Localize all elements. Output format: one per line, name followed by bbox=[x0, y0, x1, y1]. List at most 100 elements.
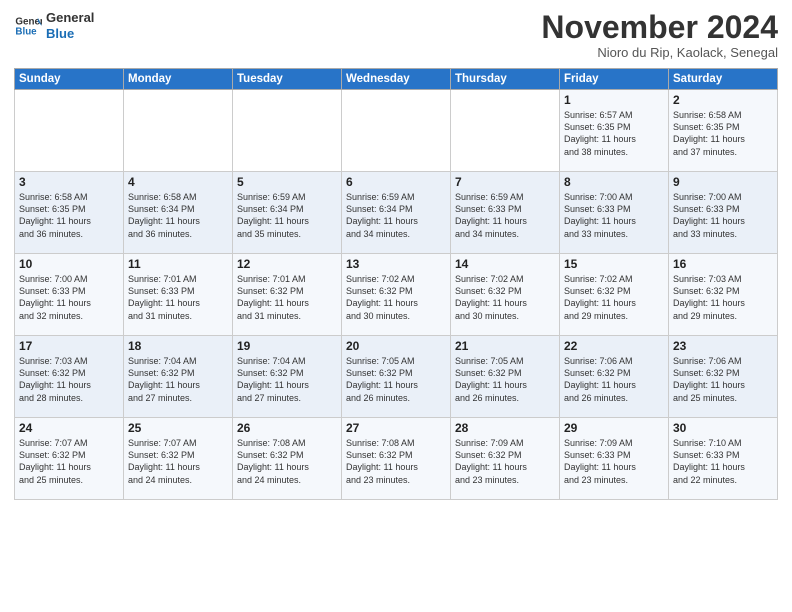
day-number: 8 bbox=[564, 175, 664, 189]
logo-icon: General Blue bbox=[14, 12, 42, 40]
day-info: Sunrise: 7:09 AMSunset: 6:33 PMDaylight:… bbox=[564, 437, 664, 486]
day-cell bbox=[342, 90, 451, 172]
day-info: Sunrise: 7:00 AMSunset: 6:33 PMDaylight:… bbox=[564, 191, 664, 240]
day-cell: 7 Sunrise: 6:59 AMSunset: 6:33 PMDaylight… bbox=[451, 172, 560, 254]
day-info: Sunrise: 7:01 AMSunset: 6:33 PMDaylight:… bbox=[128, 273, 228, 322]
day-cell: 14 Sunrise: 7:02 AMSunset: 6:32 PMDayligh… bbox=[451, 254, 560, 336]
day-info: Sunrise: 7:02 AMSunset: 6:32 PMDaylight:… bbox=[455, 273, 555, 322]
day-cell: 11 Sunrise: 7:01 AMSunset: 6:33 PMDayligh… bbox=[124, 254, 233, 336]
day-number: 2 bbox=[673, 93, 773, 107]
day-cell: 19Sunrise: 7:04 AMSunset: 6:32 PMDayligh… bbox=[233, 336, 342, 418]
day-cell: 10 Sunrise: 7:00 AMSunset: 6:33 PMDayligh… bbox=[15, 254, 124, 336]
day-cell: 5 Sunrise: 6:59 AMSunset: 6:34 PMDaylight… bbox=[233, 172, 342, 254]
day-info: Sunrise: 7:05 AMSunset: 6:32 PMDaylight:… bbox=[346, 355, 446, 404]
day-info: Sunrise: 7:06 AMSunset: 6:32 PMDaylight:… bbox=[673, 355, 773, 404]
day-number: 6 bbox=[346, 175, 446, 189]
day-info: Sunrise: 6:59 AMSunset: 6:34 PMDaylight:… bbox=[237, 191, 337, 240]
header-friday: Friday bbox=[560, 69, 669, 90]
day-number: 11 bbox=[128, 257, 228, 271]
calendar-table: SundayMondayTuesdayWednesdayThursdayFrid… bbox=[14, 68, 778, 500]
day-cell: 23 Sunrise: 7:06 AMSunset: 6:32 PMDayligh… bbox=[669, 336, 778, 418]
day-cell: 25 Sunrise: 7:07 AMSunset: 6:32 PMDayligh… bbox=[124, 418, 233, 500]
day-info: Sunrise: 7:04 AMSunset: 6:32 PMDaylight:… bbox=[237, 355, 337, 404]
day-number: 27 bbox=[346, 421, 446, 435]
day-number: 30 bbox=[673, 421, 773, 435]
svg-text:Blue: Blue bbox=[15, 26, 37, 37]
day-cell bbox=[15, 90, 124, 172]
day-info: Sunrise: 6:58 AMSunset: 6:34 PMDaylight:… bbox=[128, 191, 228, 240]
day-info: Sunrise: 6:58 AMSunset: 6:35 PMDaylight:… bbox=[673, 109, 773, 158]
day-cell: 18 Sunrise: 7:04 AMSunset: 6:32 PMDayligh… bbox=[124, 336, 233, 418]
header-tuesday: Tuesday bbox=[233, 69, 342, 90]
header-saturday: Saturday bbox=[669, 69, 778, 90]
day-cell: 12Sunrise: 7:01 AMSunset: 6:32 PMDayligh… bbox=[233, 254, 342, 336]
day-cell: 9 Sunrise: 7:00 AMSunset: 6:33 PMDaylight… bbox=[669, 172, 778, 254]
day-cell: 16 Sunrise: 7:03 AMSunset: 6:32 PMDayligh… bbox=[669, 254, 778, 336]
day-cell bbox=[451, 90, 560, 172]
day-number: 28 bbox=[455, 421, 555, 435]
day-cell: 22 Sunrise: 7:06 AMSunset: 6:32 PMDayligh… bbox=[560, 336, 669, 418]
location-subtitle: Nioro du Rip, Kaolack, Senegal bbox=[541, 45, 778, 60]
day-info: Sunrise: 6:59 AMSunset: 6:34 PMDaylight:… bbox=[346, 191, 446, 240]
day-info: Sunrise: 7:01 AMSunset: 6:32 PMDaylight:… bbox=[237, 273, 337, 322]
day-number: 3 bbox=[19, 175, 119, 189]
week-row-5: 24 Sunrise: 7:07 AMSunset: 6:32 PMDayligh… bbox=[15, 418, 778, 500]
day-cell: 26Sunrise: 7:08 AMSunset: 6:32 PMDayligh… bbox=[233, 418, 342, 500]
day-number: 7 bbox=[455, 175, 555, 189]
day-cell: 24Sunrise: 7:07 AMSunset: 6:32 PMDayligh… bbox=[15, 418, 124, 500]
day-info: Sunrise: 6:57 AMSunset: 6:35 PMDaylight:… bbox=[564, 109, 664, 158]
day-cell: 15 Sunrise: 7:02 AMSunset: 6:32 PMDayligh… bbox=[560, 254, 669, 336]
day-number: 21 bbox=[455, 339, 555, 353]
week-row-3: 10 Sunrise: 7:00 AMSunset: 6:33 PMDayligh… bbox=[15, 254, 778, 336]
day-number: 1 bbox=[564, 93, 664, 107]
day-info: Sunrise: 7:00 AMSunset: 6:33 PMDaylight:… bbox=[19, 273, 119, 322]
day-number: 24 bbox=[19, 421, 119, 435]
day-number: 14 bbox=[455, 257, 555, 271]
day-cell: 28 Sunrise: 7:09 AMSunset: 6:32 PMDayligh… bbox=[451, 418, 560, 500]
day-info: Sunrise: 7:08 AMSunset: 6:32 PMDaylight:… bbox=[346, 437, 446, 486]
day-info: Sunrise: 7:02 AMSunset: 6:32 PMDaylight:… bbox=[564, 273, 664, 322]
day-number: 5 bbox=[237, 175, 337, 189]
day-number: 13 bbox=[346, 257, 446, 271]
day-number: 25 bbox=[128, 421, 228, 435]
day-info: Sunrise: 6:59 AMSunset: 6:33 PMDaylight:… bbox=[455, 191, 555, 240]
header: General Blue General Blue November 2024 … bbox=[14, 10, 778, 60]
day-info: Sunrise: 7:07 AMSunset: 6:32 PMDaylight:… bbox=[128, 437, 228, 486]
day-info: Sunrise: 7:03 AMSunset: 6:32 PMDaylight:… bbox=[673, 273, 773, 322]
header-row: SundayMondayTuesdayWednesdayThursdayFrid… bbox=[15, 69, 778, 90]
day-number: 4 bbox=[128, 175, 228, 189]
day-cell: 21 Sunrise: 7:05 AMSunset: 6:32 PMDayligh… bbox=[451, 336, 560, 418]
day-number: 16 bbox=[673, 257, 773, 271]
day-info: Sunrise: 7:00 AMSunset: 6:33 PMDaylight:… bbox=[673, 191, 773, 240]
day-cell: 6 Sunrise: 6:59 AMSunset: 6:34 PMDaylight… bbox=[342, 172, 451, 254]
day-number: 18 bbox=[128, 339, 228, 353]
logo-line2: Blue bbox=[46, 26, 94, 42]
page: General Blue General Blue November 2024 … bbox=[0, 0, 792, 612]
day-cell: 1 Sunrise: 6:57 AMSunset: 6:35 PMDaylight… bbox=[560, 90, 669, 172]
day-info: Sunrise: 7:06 AMSunset: 6:32 PMDaylight:… bbox=[564, 355, 664, 404]
day-info: Sunrise: 7:09 AMSunset: 6:32 PMDaylight:… bbox=[455, 437, 555, 486]
header-monday: Monday bbox=[124, 69, 233, 90]
day-number: 17 bbox=[19, 339, 119, 353]
logo-line1: General bbox=[46, 10, 94, 26]
day-number: 10 bbox=[19, 257, 119, 271]
week-row-4: 17 Sunrise: 7:03 AMSunset: 6:32 PMDayligh… bbox=[15, 336, 778, 418]
day-info: Sunrise: 7:05 AMSunset: 6:32 PMDaylight:… bbox=[455, 355, 555, 404]
day-number: 9 bbox=[673, 175, 773, 189]
day-number: 26 bbox=[237, 421, 337, 435]
week-row-2: 3Sunrise: 6:58 AMSunset: 6:35 PMDaylight… bbox=[15, 172, 778, 254]
day-number: 20 bbox=[346, 339, 446, 353]
day-number: 22 bbox=[564, 339, 664, 353]
day-info: Sunrise: 7:03 AMSunset: 6:32 PMDaylight:… bbox=[19, 355, 119, 404]
week-row-1: 1 Sunrise: 6:57 AMSunset: 6:35 PMDaylight… bbox=[15, 90, 778, 172]
day-cell: 29Sunrise: 7:09 AMSunset: 6:33 PMDayligh… bbox=[560, 418, 669, 500]
day-number: 15 bbox=[564, 257, 664, 271]
month-title: November 2024 bbox=[541, 10, 778, 45]
day-info: Sunrise: 7:04 AMSunset: 6:32 PMDaylight:… bbox=[128, 355, 228, 404]
day-info: Sunrise: 7:02 AMSunset: 6:32 PMDaylight:… bbox=[346, 273, 446, 322]
day-cell bbox=[233, 90, 342, 172]
day-number: 23 bbox=[673, 339, 773, 353]
day-cell: 13 Sunrise: 7:02 AMSunset: 6:32 PMDayligh… bbox=[342, 254, 451, 336]
header-wednesday: Wednesday bbox=[342, 69, 451, 90]
title-block: November 2024 Nioro du Rip, Kaolack, Sen… bbox=[541, 10, 778, 60]
